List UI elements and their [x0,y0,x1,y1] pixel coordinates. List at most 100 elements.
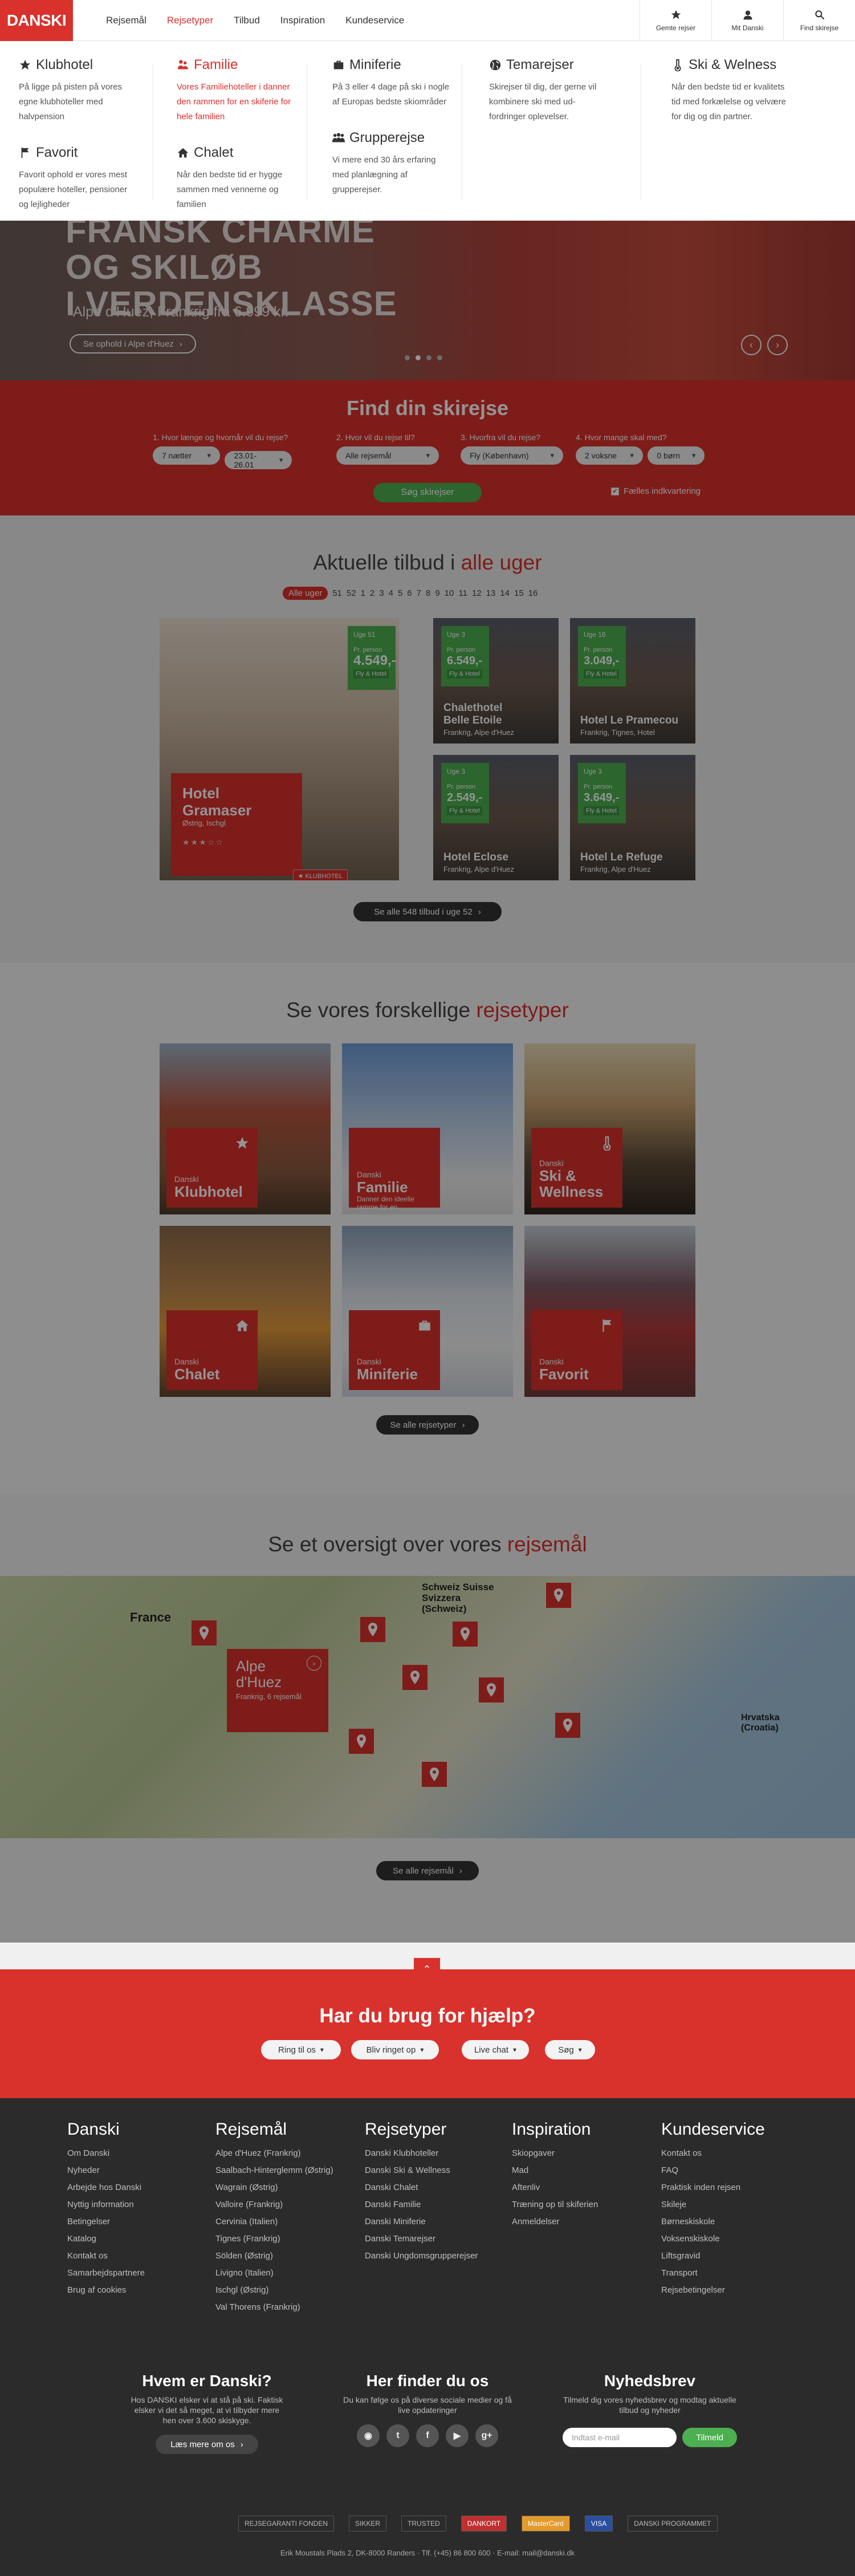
type-card-miniferie[interactable]: Danski Miniferie [342,1226,513,1397]
chevron-up-icon[interactable]: ⌃ [414,1958,440,1981]
map-pin[interactable] [360,1617,385,1642]
footer-link[interactable]: Danski Chalet [365,2179,478,2196]
week-option[interactable]: 15 [514,588,524,598]
footer-link[interactable]: Om Danski [67,2145,145,2162]
map-pin[interactable] [546,1583,571,1608]
type-card-klubhotel[interactable]: Danski Klubhotel [160,1043,331,1214]
footer-link[interactable]: Samarbejdspartnere [67,2265,145,2282]
email-field[interactable]: Indtast e-mail [563,2428,677,2447]
footer-link[interactable]: Wagrain (Østrig) [215,2179,333,2196]
slider-dot[interactable] [426,355,431,360]
hero-button[interactable]: Se ophold i Alpe d'Huez › [70,334,196,354]
type-card-familie[interactable]: Danski Familie Danner den ideelle ramme fo… [342,1043,513,1214]
footer-link[interactable]: Livigno (Italien) [215,2265,333,2282]
see-all-offers-button[interactable]: Se alle 548 tilbud i uge 52 › [353,902,502,921]
footer-link[interactable]: Anmeldelser [512,2213,598,2230]
footer-link[interactable]: Kontakt os [661,2145,765,2162]
footer-link[interactable]: Kontakt os [67,2248,145,2265]
week-option[interactable]: 9 [435,588,439,598]
from-select[interactable]: Fly (København) [461,446,563,465]
footer-link[interactable]: Saalbach-Hinterglemm (Østrig) [215,2162,333,2179]
footer-link[interactable]: Arbejde hos Danski [67,2179,145,2196]
chevron-right-icon[interactable]: › [767,335,788,355]
footer-link[interactable]: Rejsebetingelser [661,2282,765,2299]
nights-select[interactable]: 7 nætter [153,446,220,465]
offer-card[interactable]: Uge 3 Pr. person 2.549,- Fly & Hotel Hotel … [433,755,559,880]
week-option[interactable]: 13 [486,588,496,598]
chevron-right-icon[interactable]: › [307,1656,321,1671]
subscribe-button[interactable]: Tilmeld [682,2428,737,2447]
type-card-favorit[interactable]: Danski Favorit [524,1226,695,1397]
footer-link[interactable]: Liftsgravid [661,2248,765,2265]
map-pin[interactable] [479,1677,504,1703]
footer-link[interactable]: Nyheder [67,2162,145,2179]
footer-link[interactable]: Transport [661,2265,765,2282]
map-pin[interactable] [349,1729,374,1754]
week-option[interactable]: 3 [379,588,384,598]
week-option[interactable]: 16 [528,588,538,598]
week-option[interactable]: 4 [389,588,393,598]
slider-dot[interactable] [416,355,421,360]
footer-link[interactable]: Træning op til skiferien [512,2196,598,2213]
search-button[interactable]: Søg skirejser [373,483,482,502]
map-pin[interactable] [555,1713,580,1738]
nav-tilbud[interactable]: Tilbud [223,0,270,41]
menu-item-miniferie[interactable]: Miniferie På 3 eller 4 dage på ski i nog… [332,57,452,109]
nav-kundeservice[interactable]: Kundeservice [335,0,414,41]
footer-link[interactable]: Katalog [67,2230,145,2248]
footer-link[interactable]: Mad [512,2162,598,2179]
footer-link[interactable]: Nyttig information [67,2196,145,2213]
menu-item-grupperejse[interactable]: Grupperejse Vi mere end 30 års erfaring … [332,130,452,197]
footer-link[interactable]: Valloire (Frankrig) [215,2196,333,2213]
map-pin[interactable] [453,1622,478,1647]
footer-link[interactable]: Brug af cookies [67,2282,145,2299]
week-option[interactable]: 52 [347,588,356,598]
rss-icon[interactable]: ◉ [357,2424,380,2447]
google-plus-icon[interactable]: g+ [475,2424,498,2447]
see-all-types-button[interactable]: Se alle rejsetyper › [376,1415,479,1435]
nav-rejsetyper[interactable]: Rejsetyper [157,0,223,41]
menu-item-favorit[interactable]: Favorit Favorit ophold er vores mest pop… [19,145,139,212]
slider-dot[interactable] [405,355,410,360]
footer-link[interactable]: Praktisk inden rejsen [661,2179,765,2196]
footer-link[interactable]: Danski Familie [365,2196,478,2213]
footer-link[interactable]: Tignes (Frankrig) [215,2230,333,2248]
offer-card[interactable]: Uge 3 Pr. person 6.549,- Fly & Hotel Chalet… [433,618,559,743]
slider-dot[interactable] [437,355,442,360]
offer-card[interactable]: Uge 16 Pr. person 3.049,- Fly & Hotel Hotel… [570,618,695,743]
week-option[interactable]: 11 [458,588,467,598]
menu-item-wellness[interactable]: Ski & Welness Når den bedste tid er kval… [671,57,791,124]
live-chat-button[interactable]: Live chat [462,2040,529,2059]
week-option[interactable]: 5 [398,588,402,598]
footer-link[interactable]: Skileje [661,2196,765,2213]
footer-link[interactable]: Danski Miniferie [365,2213,478,2230]
destination-select[interactable]: Alle rejsemål [336,446,439,465]
map-pin[interactable] [402,1665,427,1690]
footer-link[interactable]: Cervinia (Italien) [215,2213,333,2230]
week-all[interactable]: Alle uger [283,587,328,600]
facebook-icon[interactable]: f [416,2424,439,2447]
menu-item-familie[interactable]: Familie Vores Familiehoteller i danner d… [177,57,296,124]
menu-item-klubhotel[interactable]: Klubhotel På ligge på pisten på vores eg… [19,57,139,124]
footer-link[interactable]: Danski Temarejser [365,2230,478,2248]
footer-link[interactable]: Skiopgaver [512,2145,598,2162]
week-option[interactable]: 51 [332,588,342,598]
map-pin[interactable] [422,1762,447,1787]
footer-link[interactable]: Betingelser [67,2213,145,2230]
footer-link[interactable]: Aftenliv [512,2179,598,2196]
type-card-chalet[interactable]: Danski Chalet [160,1226,331,1397]
logo[interactable]: DANSKI [0,0,73,41]
footer-link[interactable]: Sölden (Østrig) [215,2248,333,2265]
week-option[interactable]: 7 [417,588,421,598]
week-option[interactable]: 14 [500,588,510,598]
map-pin[interactable] [192,1620,217,1645]
nav-inspiration[interactable]: Inspiration [270,0,335,41]
call-us-button[interactable]: Ring til os [261,2040,341,2059]
week-option[interactable]: 10 [445,588,454,598]
callback-button[interactable]: Bliv ringet op [351,2040,439,2059]
footer-link[interactable]: Voksenskiskole [661,2230,765,2248]
menu-item-chalet[interactable]: Chalet Når den bedste tid er hygge samme… [177,145,296,212]
footer-link[interactable]: Børneskiskole [661,2213,765,2230]
children-select[interactable]: 0 børn [648,446,705,465]
footer-link[interactable]: Danski Ski & Wellness [365,2162,478,2179]
